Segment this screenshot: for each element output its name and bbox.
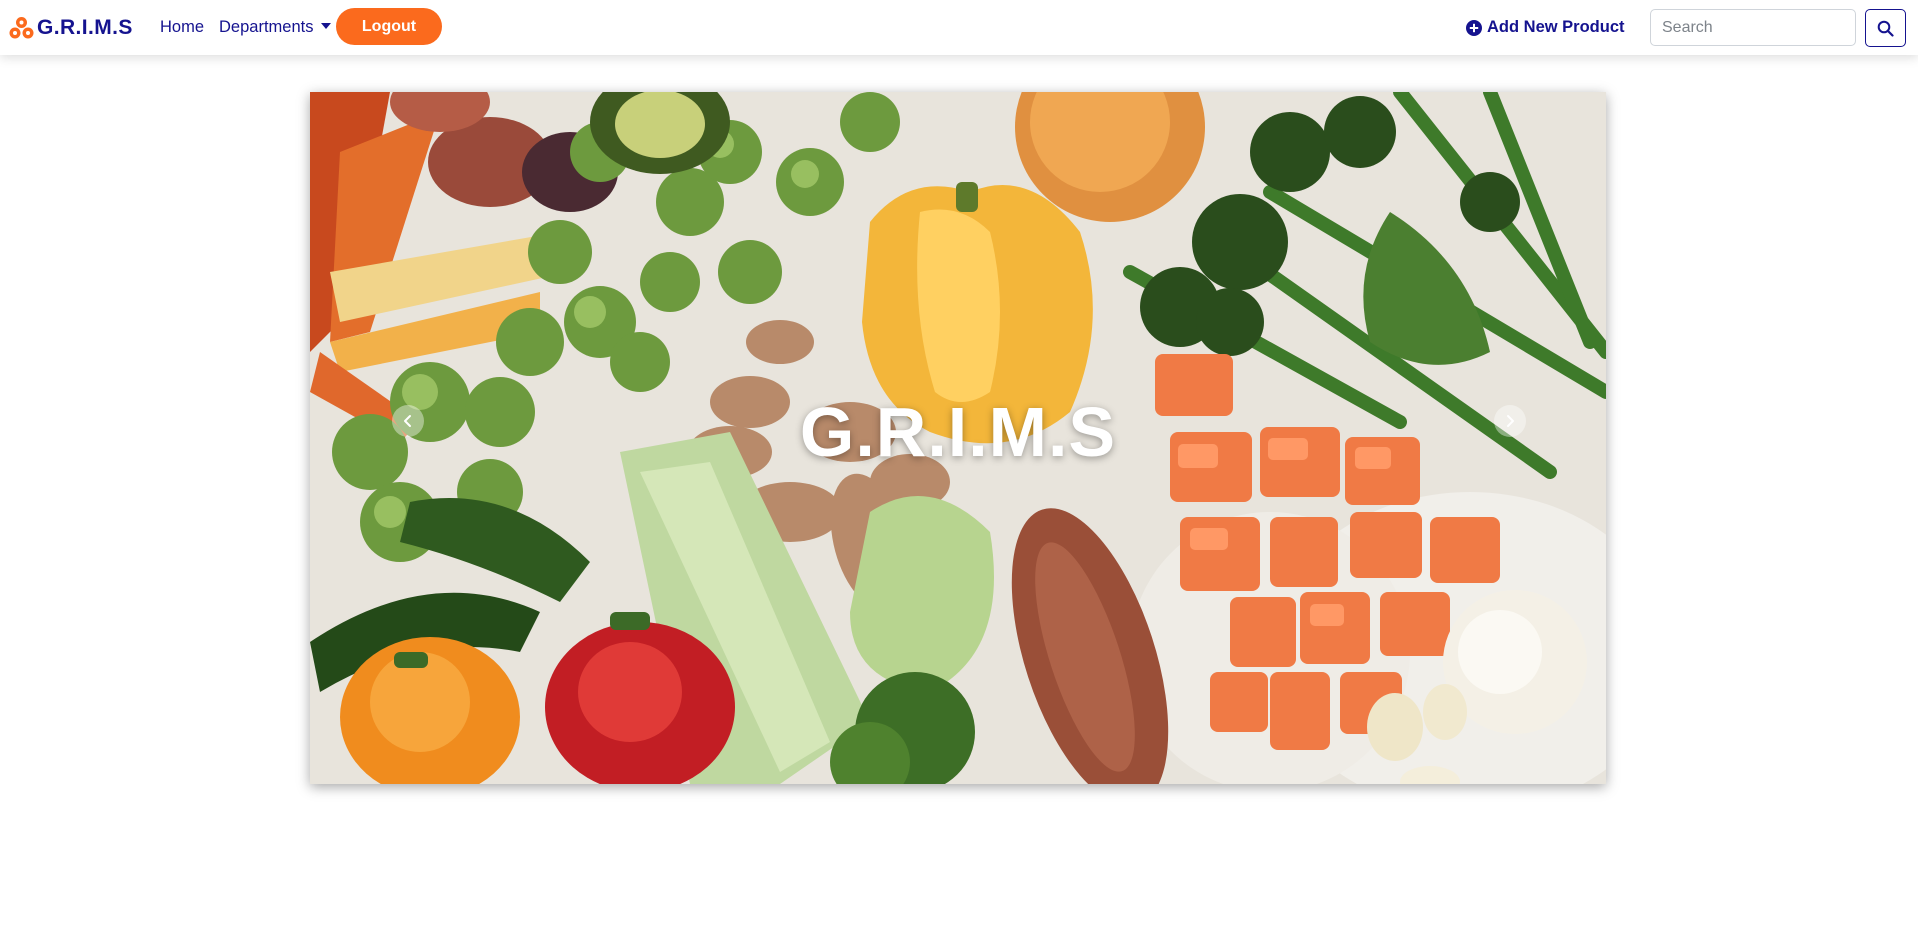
caret-down-icon [321, 23, 332, 29]
carousel-prev-button[interactable] [392, 405, 424, 437]
cubes-icon [9, 17, 34, 39]
hero-title: G.R.I.M.S [799, 393, 1117, 471]
add-new-product-link[interactable]: Add New Product [1466, 18, 1625, 37]
brand-name: G.R.I.M.S [37, 16, 133, 39]
carousel-next-button[interactable] [1494, 405, 1526, 437]
search-icon [1877, 20, 1894, 37]
search-button[interactable] [1865, 9, 1906, 47]
logout-button[interactable]: Logout [336, 8, 442, 45]
hero-carousel: G.R.I.M.S [310, 92, 1606, 784]
chevron-left-icon [404, 415, 411, 427]
add-new-product-label: Add New Product [1487, 18, 1625, 36]
search-input[interactable] [1650, 9, 1856, 46]
chevron-right-icon [1507, 415, 1514, 427]
departments-label: Departments [219, 18, 314, 36]
plus-circle-icon [1466, 19, 1482, 36]
brand-link[interactable]: G.R.I.M.S [9, 14, 133, 42]
nav-home-link[interactable]: Home [160, 18, 204, 37]
nav-departments-dropdown[interactable]: Departments [219, 18, 332, 37]
top-navbar: G.R.I.M.S Home Departments Logout Add Ne… [0, 0, 1918, 55]
